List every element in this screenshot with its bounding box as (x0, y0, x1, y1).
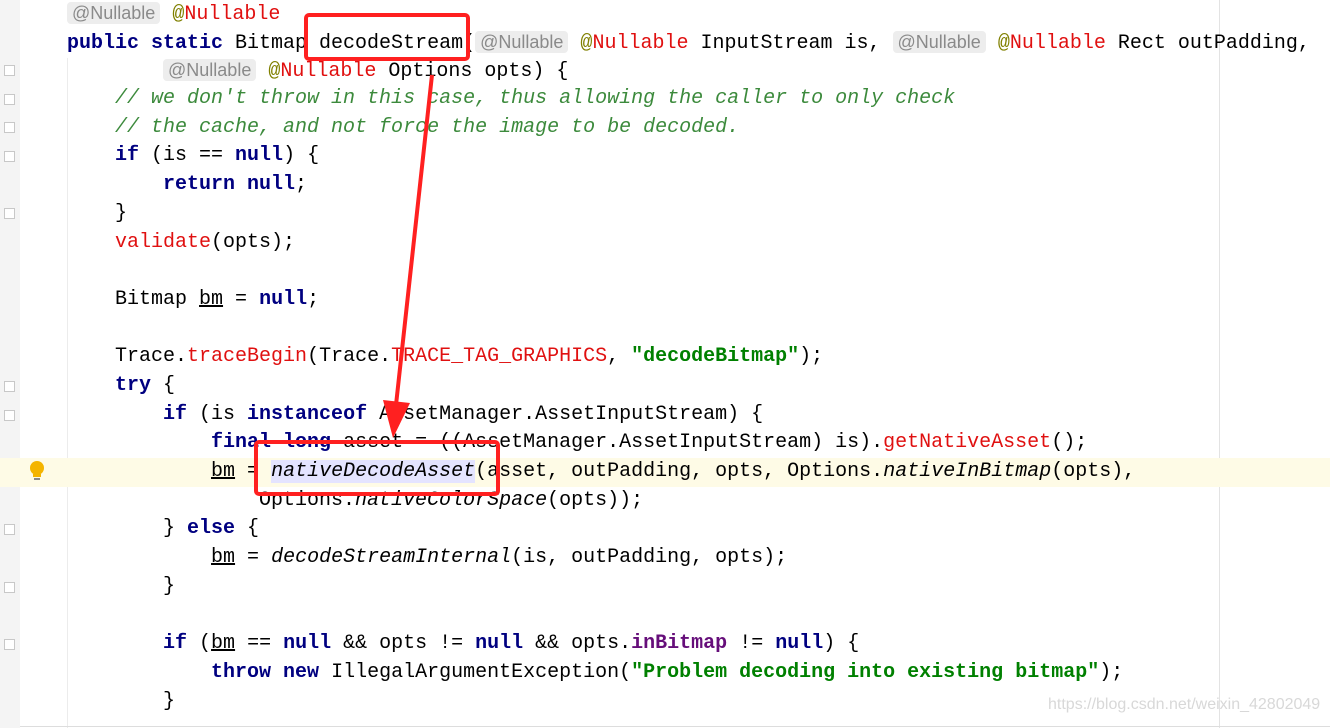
highlight-box-decodestream (304, 13, 470, 61)
highlight-box-nativedecodeasset (254, 440, 500, 496)
annotation-overlay (254, 13, 500, 496)
watermark: https://blog.csdn.net/weixin_42802049 (1048, 696, 1321, 713)
arrow-head (383, 400, 410, 438)
arrow-line (394, 74, 434, 406)
